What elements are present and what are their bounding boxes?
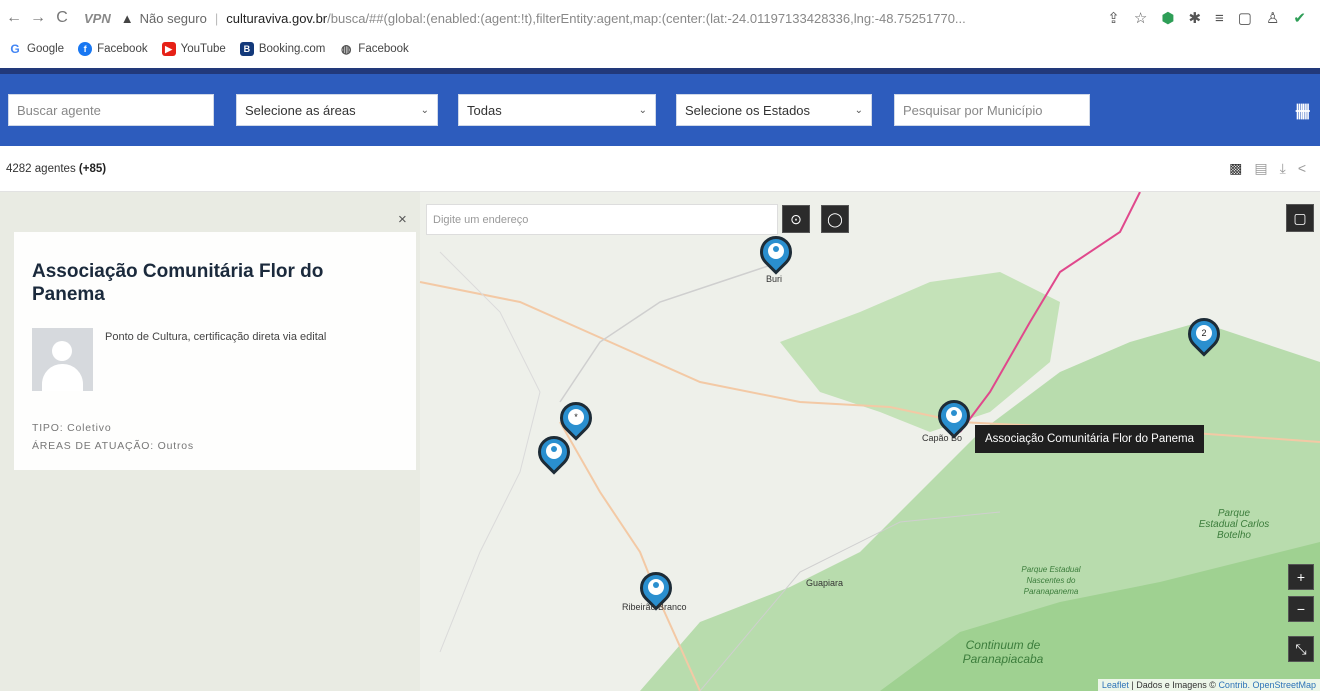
results-bar: 4282 agentes (+85) ▩ ▤ ⤓ < bbox=[0, 146, 1320, 192]
place-label-guapiara: Guapiara bbox=[806, 578, 844, 588]
place-label-ribeirao-branco: Ribeirão Branco bbox=[622, 602, 687, 612]
back-icon[interactable]: ← bbox=[4, 9, 24, 27]
list-view-icon[interactable]: ▤ bbox=[1254, 160, 1267, 177]
facebook-icon: f bbox=[78, 42, 93, 56]
place-label-buri: Buri bbox=[766, 274, 783, 284]
close-panel-button[interactable]: × bbox=[398, 211, 407, 228]
security-extension-icon[interactable]: ✔ bbox=[1293, 9, 1306, 27]
park-label-carlos-botelho: Parque Estadual Carlos Botelho bbox=[1198, 508, 1270, 541]
browser-extensions: ⇪ ☆ ⬢ ✱ ≡ ▢ ♙ ✔ bbox=[1107, 9, 1306, 28]
url-host: culturaviva.gov.br bbox=[226, 10, 328, 26]
agent-info-panel: Associação Comunitária Flor do Panema Po… bbox=[14, 232, 416, 470]
forward-icon[interactable]: → bbox=[28, 9, 48, 27]
states-select[interactable]: Selecione os Estados ⌄ bbox=[676, 94, 872, 126]
filters-toggle-icon[interactable]: ⫵⫵ bbox=[1295, 100, 1309, 121]
globe-icon: ◍ bbox=[341, 42, 352, 56]
media-icon[interactable]: ≡ bbox=[1215, 10, 1224, 27]
bookmarks-bar: G Google f Facebook ▶ YouTube B Booking.com … bbox=[0, 36, 1320, 62]
map-attribution: Leaflet | Dados e Imagens © Contrib. Ope… bbox=[1097, 679, 1320, 691]
url-separator: | bbox=[214, 10, 219, 26]
zoom-in-button[interactable]: + bbox=[1288, 564, 1314, 590]
sidepanel-icon[interactable]: ▢ bbox=[1238, 9, 1252, 27]
municipio-input[interactable]: Pesquisar por Município bbox=[894, 94, 1090, 126]
share-icon[interactable]: < bbox=[1298, 160, 1306, 177]
profile-icon[interactable]: ♙ bbox=[1266, 9, 1279, 27]
fullscreen-panel-button[interactable]: ▢ bbox=[1286, 204, 1314, 232]
locate-me-button[interactable]: ⊙ bbox=[782, 205, 810, 233]
address-search-input[interactable]: Digite um endereço bbox=[426, 204, 778, 235]
type-select[interactable]: Todas ⌄ bbox=[458, 94, 656, 126]
agent-avatar bbox=[32, 328, 93, 391]
filter-bar: Buscar agente Selecione as áreas ⌄ Todas ⌄… bbox=[0, 68, 1320, 146]
google-icon: G bbox=[10, 42, 20, 56]
map-marker[interactable] bbox=[753, 229, 799, 276]
agent-title: Associação Comunitária Flor do Panema bbox=[32, 261, 324, 305]
puzzle-icon[interactable]: ✱ bbox=[1188, 9, 1201, 27]
chevron-down-icon: ⌄ bbox=[854, 104, 863, 116]
chevron-down-icon: ⌄ bbox=[420, 104, 429, 116]
chevron-down-icon: ⌄ bbox=[638, 104, 647, 116]
vpn-badge[interactable]: VPN bbox=[84, 11, 111, 26]
road bbox=[559, 261, 781, 403]
agent-tipo: TIPO: Coletivo bbox=[32, 422, 112, 434]
expand-map-button[interactable]: ⤡ bbox=[1288, 636, 1314, 662]
bookmark-booking[interactable]: B Booking.com bbox=[239, 42, 325, 56]
road bbox=[439, 251, 541, 653]
draw-circle-button[interactable]: ◯ bbox=[821, 205, 849, 233]
bookmark-youtube[interactable]: ▶ YouTube bbox=[161, 42, 226, 56]
areas-select[interactable]: Selecione as áreas ⌄ bbox=[236, 94, 438, 126]
bookmark-google[interactable]: G Google bbox=[8, 42, 64, 56]
park-label-paranapiacaba: Continuum de Paranapiacaba bbox=[962, 638, 1044, 666]
share-icon[interactable]: ⇪ bbox=[1107, 9, 1120, 27]
place-label-capao-bonito: Capão Bo bbox=[922, 433, 963, 443]
agent-description: Ponto de Cultura, certificação direta vi… bbox=[105, 331, 327, 343]
park-label-nascentes: Parque Estadual Nascentes do Paranapanem… bbox=[1021, 565, 1081, 596]
security-label: Não seguro bbox=[139, 10, 207, 26]
agent-areas: ÁREAS DE ATUAÇÃO: Outros bbox=[32, 440, 194, 452]
booking-icon: B bbox=[239, 42, 254, 56]
star-icon[interactable]: ☆ bbox=[1134, 9, 1147, 27]
map[interactable]: Associação Comunitária Flor do Panema Po… bbox=[0, 192, 1320, 691]
youtube-icon: ▶ bbox=[161, 42, 176, 56]
bookmark-facebook[interactable]: f Facebook bbox=[78, 42, 148, 56]
address-bar[interactable]: ▲ Não seguro | culturaviva.gov.br /busca… bbox=[121, 6, 1096, 30]
map-view-icon[interactable]: ▩ bbox=[1229, 160, 1242, 177]
zoom-out-button[interactable]: − bbox=[1288, 596, 1314, 622]
download-icon[interactable]: ⤓ bbox=[1280, 160, 1286, 177]
map-marker[interactable] bbox=[531, 429, 577, 476]
extension-shield-icon[interactable]: ⬢ bbox=[1161, 9, 1174, 27]
map-cluster-marker[interactable]: 2 bbox=[1181, 311, 1227, 358]
bookmark-facebook-2[interactable]: ◍ Facebook bbox=[339, 42, 409, 56]
warning-icon: ▲ bbox=[120, 10, 134, 26]
url-path: /busca/##(global:(enabled:(agent:!t),fil… bbox=[327, 10, 966, 26]
browser-toolbar: ← → C VPN ▲ Não seguro | culturaviva.gov… bbox=[0, 0, 1320, 36]
marker-tooltip: Associação Comunitária Flor do Panema bbox=[975, 425, 1205, 453]
results-count: 4282 agentes (+85) bbox=[6, 162, 107, 175]
reload-icon[interactable]: C bbox=[52, 9, 72, 27]
search-agent-input[interactable]: Buscar agente bbox=[8, 94, 214, 126]
view-tools: ▩ ▤ ⤓ < bbox=[1229, 160, 1306, 177]
